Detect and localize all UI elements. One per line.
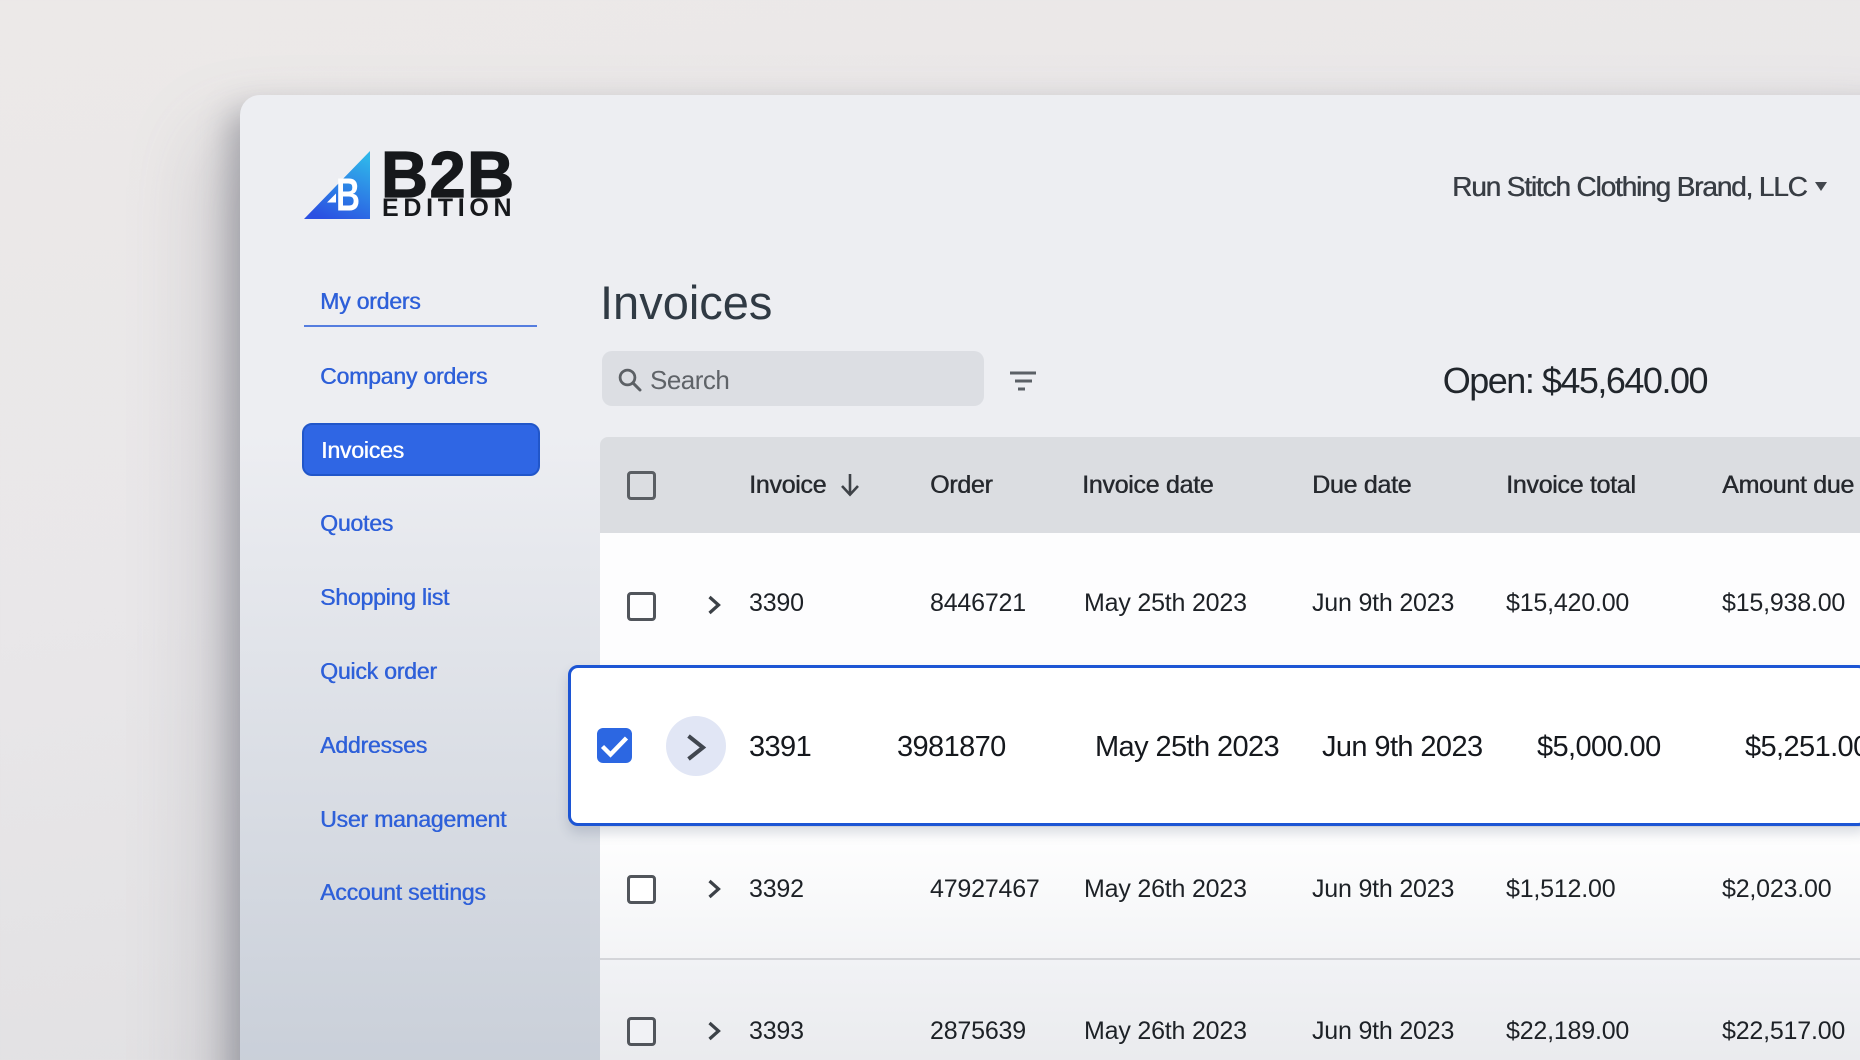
svg-text:B: B [336,169,360,220]
